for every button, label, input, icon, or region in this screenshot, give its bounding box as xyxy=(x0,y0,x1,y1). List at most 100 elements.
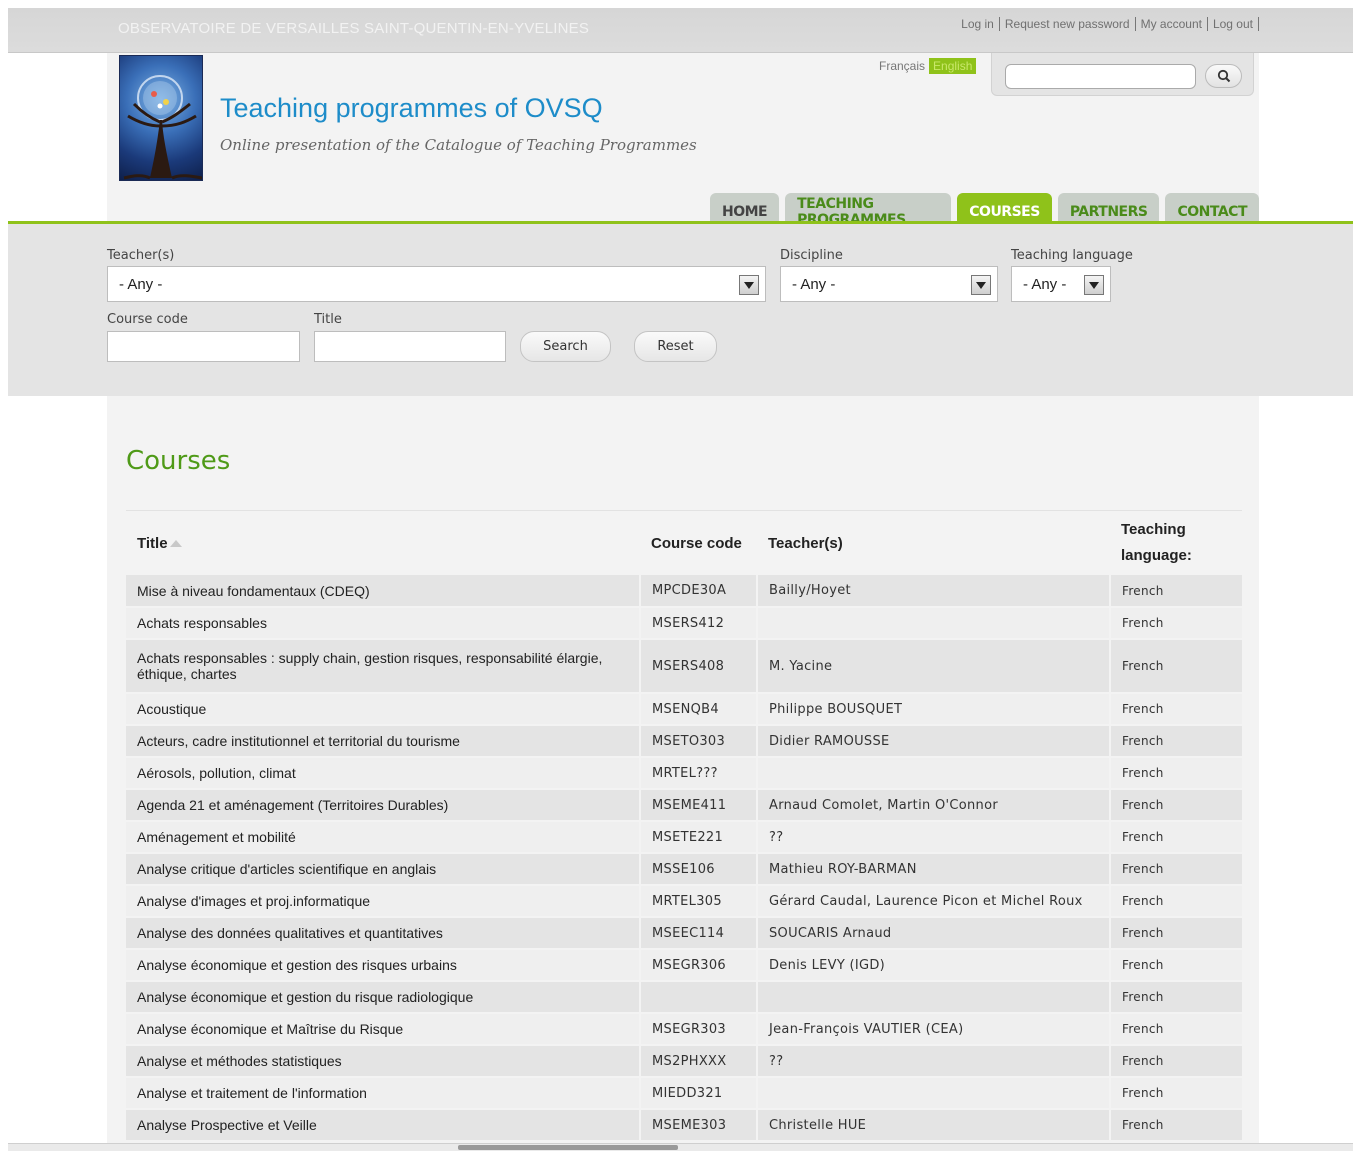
course-language: French xyxy=(1110,607,1242,640)
logo[interactable] xyxy=(119,55,203,181)
teacher-select[interactable]: - Any - xyxy=(107,266,766,302)
course-language: French xyxy=(1110,789,1242,822)
column-header-course-code[interactable]: Course code xyxy=(640,510,757,575)
course-teachers: Christelle HUE xyxy=(757,1109,1111,1142)
course-title[interactable]: Mise à niveau fondamentaux (CDEQ) xyxy=(126,575,641,608)
course-teachers xyxy=(757,607,1111,640)
course-code-input[interactable] xyxy=(107,331,300,362)
course-language: French xyxy=(1110,949,1242,982)
course-language: French xyxy=(1110,981,1242,1014)
course-code: MSEGR306 xyxy=(640,949,758,982)
course-title[interactable]: Analyse et traitement de l'information xyxy=(126,1077,641,1110)
course-language: French xyxy=(1110,757,1242,790)
header: Teaching programmes of OVSQ Online prese… xyxy=(107,53,1259,230)
table-row: Achats responsables MSERS412 French xyxy=(126,607,1242,640)
language-select-value: - Any - xyxy=(1023,275,1067,293)
horizontal-scrollbar[interactable] xyxy=(8,1143,1353,1151)
course-code: MRTEL??? xyxy=(640,757,758,790)
course-language: French xyxy=(1110,1109,1242,1142)
course-code: MRTEL305 xyxy=(640,885,758,918)
table-row: Analyse critique d'articles scientifique… xyxy=(126,853,1242,886)
request-password-link[interactable]: Request new password xyxy=(1000,17,1136,31)
language-filter-label: Teaching language xyxy=(1011,248,1133,263)
course-language: French xyxy=(1110,1077,1242,1110)
course-title[interactable]: Analyse des données qualitatives et quan… xyxy=(126,917,641,950)
main-content: Courses Title Course code Teacher(s) Tea… xyxy=(107,396,1259,1151)
language-francais[interactable]: Français xyxy=(875,58,929,74)
table-row: Mise à niveau fondamentaux (CDEQ) MPCDE30… xyxy=(126,575,1242,608)
title-input[interactable] xyxy=(314,331,506,362)
reset-button[interactable]: Reset xyxy=(634,331,717,362)
table-body: Mise à niveau fondamentaux (CDEQ) MPCDE30… xyxy=(126,575,1242,1142)
dropdown-arrow-icon xyxy=(739,275,759,295)
course-title[interactable]: Analyse économique et Maîtrise du Risque xyxy=(126,1013,641,1046)
column-header-teaching-language[interactable]: Teaching language: xyxy=(1110,510,1242,575)
course-title[interactable]: Analyse et méthodes statistiques xyxy=(126,1045,641,1078)
course-code: MSERS412 xyxy=(640,607,758,640)
table-row: Analyse économique et Maîtrise du Risque… xyxy=(126,1013,1242,1046)
table-row: Acoustique MSENQB4 Philippe BOUSQUET French xyxy=(126,693,1242,726)
course-teachers: Didier RAMOUSSE xyxy=(757,725,1111,758)
log-out-link[interactable]: Log out xyxy=(1208,17,1259,31)
course-code: MSSE106 xyxy=(640,853,758,886)
site-slogan: Online presentation of the Catalogue of … xyxy=(220,136,697,154)
discipline-filter-label: Discipline xyxy=(780,248,843,263)
table-row: Analyse économique et gestion du risque … xyxy=(126,981,1242,1014)
course-title[interactable]: Analyse économique et gestion des risque… xyxy=(126,949,641,982)
dropdown-arrow-icon xyxy=(1084,275,1104,295)
course-code: MPCDE30A xyxy=(640,575,758,608)
language-select[interactable]: - Any - xyxy=(1011,266,1111,302)
page-title: Courses xyxy=(126,446,231,476)
my-account-link[interactable]: My account xyxy=(1136,17,1208,31)
course-code: MIEDD321 xyxy=(640,1077,758,1110)
column-header-title-label[interactable]: Title xyxy=(137,535,168,552)
language-english[interactable]: English xyxy=(929,58,977,74)
user-links: Log in Request new password My account L… xyxy=(961,17,1259,31)
course-title[interactable]: Aérosols, pollution, climat xyxy=(126,757,641,790)
site-name[interactable]: OBSERVATOIRE DE VERSAILLES SAINT-QUENTIN… xyxy=(118,20,589,37)
table-row: Analyse d'images et proj.informatique MRT… xyxy=(126,885,1242,918)
course-title[interactable]: Analyse critique d'articles scientifique… xyxy=(126,853,641,886)
course-teachers: M. Yacine xyxy=(757,639,1111,694)
teacher-select-value: - Any - xyxy=(119,275,163,293)
site-search-button[interactable] xyxy=(1205,64,1242,88)
site-search-input[interactable] xyxy=(1005,64,1196,89)
course-title[interactable]: Agenda 21 et aménagement (Territoires Du… xyxy=(126,789,641,822)
course-teachers: Bailly/Hoyet xyxy=(757,575,1111,608)
course-code: MSEME303 xyxy=(640,1109,758,1142)
course-code: MSETO303 xyxy=(640,725,758,758)
course-teachers: Philippe BOUSQUET xyxy=(757,693,1111,726)
course-title[interactable]: Achats responsables : supply chain, gest… xyxy=(126,639,641,694)
course-title[interactable]: Acoustique xyxy=(126,693,641,726)
course-language: French xyxy=(1110,1045,1242,1078)
course-title[interactable]: Aménagement et mobilité xyxy=(126,821,641,854)
course-title[interactable]: Acteurs, cadre institutionnel et territo… xyxy=(126,725,641,758)
table-row: Analyse et méthodes statistiques MS2PHXXX… xyxy=(126,1045,1242,1078)
site-search xyxy=(991,53,1254,96)
course-code: MSEGR303 xyxy=(640,1013,758,1046)
discipline-select[interactable]: - Any - xyxy=(780,266,998,302)
course-teachers: ?? xyxy=(757,1045,1111,1078)
column-header-teachers[interactable]: Teacher(s) xyxy=(757,510,1110,575)
course-language: French xyxy=(1110,917,1242,950)
course-code: MSEME411 xyxy=(640,789,758,822)
course-teachers: Arnaud Comolet, Martin O'Connor xyxy=(757,789,1111,822)
course-language: French xyxy=(1110,725,1242,758)
course-title[interactable]: Analyse économique et gestion du risque … xyxy=(126,981,641,1014)
course-title[interactable]: Achats responsables xyxy=(126,607,641,640)
column-header-title[interactable]: Title xyxy=(126,510,640,575)
course-title[interactable]: Analyse Prospective et Veille xyxy=(126,1109,641,1142)
table-row: Aménagement et mobilité MSETE221?? French xyxy=(126,821,1242,854)
log-in-link[interactable]: Log in xyxy=(961,17,1000,31)
scrollbar-thumb[interactable] xyxy=(458,1145,678,1150)
course-teachers xyxy=(757,757,1111,790)
courses-table: Title Course code Teacher(s) Teaching la… xyxy=(126,510,1242,1142)
site-title[interactable]: Teaching programmes of OVSQ xyxy=(220,93,603,124)
search-icon xyxy=(1217,69,1230,83)
table-row: Achats responsables : supply chain, gest… xyxy=(126,639,1242,694)
course-title[interactable]: Analyse d'images et proj.informatique xyxy=(126,885,641,918)
table-row: Analyse des données qualitatives et quan… xyxy=(126,917,1242,950)
search-button[interactable]: Search xyxy=(520,331,611,362)
table-row: Analyse et traitement de l'information MI… xyxy=(126,1077,1242,1110)
table-row: Analyse économique et gestion des risque… xyxy=(126,949,1242,982)
